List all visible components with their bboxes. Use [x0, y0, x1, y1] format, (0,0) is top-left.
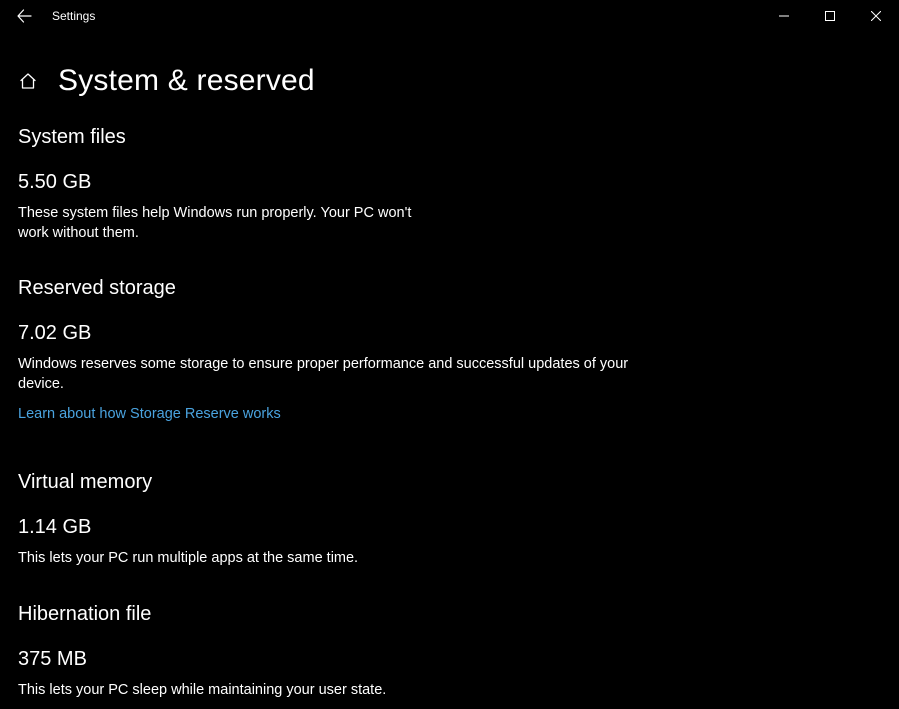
reserved-storage-desc: Windows reserves some storage to ensure …: [18, 355, 658, 394]
system-files-desc: These system files help Windows run prop…: [18, 204, 438, 243]
virtual-memory-value: 1.14 GB: [18, 516, 881, 539]
page-header: System & reserved: [18, 64, 881, 98]
virtual-memory-desc: This lets your PC run multiple apps at t…: [18, 549, 658, 569]
maximize-icon: [825, 11, 835, 21]
minimize-button[interactable]: [761, 0, 807, 32]
back-button[interactable]: [8, 0, 40, 32]
page-title: System & reserved: [58, 64, 315, 98]
storage-reserve-link[interactable]: Learn about how Storage Reserve works: [18, 406, 281, 422]
close-icon: [871, 11, 881, 21]
titlebar: Settings: [0, 0, 899, 32]
window-title: Settings: [52, 9, 95, 23]
section-hibernation-file: Hibernation file 375 MB This lets your P…: [18, 603, 881, 701]
hibernation-file-heading: Hibernation file: [18, 603, 881, 626]
section-system-files: System files 5.50 GB These system files …: [18, 126, 881, 243]
close-button[interactable]: [853, 0, 899, 32]
content-area: System & reserved System files 5.50 GB T…: [0, 32, 899, 700]
window-controls: [761, 0, 899, 32]
hibernation-file-desc: This lets your PC sleep while maintainin…: [18, 681, 658, 701]
maximize-button[interactable]: [807, 0, 853, 32]
minimize-icon: [779, 11, 789, 21]
reserved-storage-heading: Reserved storage: [18, 277, 881, 300]
system-files-heading: System files: [18, 126, 881, 149]
section-virtual-memory: Virtual memory 1.14 GB This lets your PC…: [18, 471, 881, 569]
back-arrow-icon: [16, 8, 32, 24]
home-icon: [19, 72, 37, 90]
section-reserved-storage: Reserved storage 7.02 GB Windows reserve…: [18, 277, 881, 423]
reserved-storage-value: 7.02 GB: [18, 322, 881, 345]
virtual-memory-heading: Virtual memory: [18, 471, 881, 494]
hibernation-file-value: 375 MB: [18, 648, 881, 671]
home-button[interactable]: [18, 71, 38, 91]
system-files-value: 5.50 GB: [18, 171, 881, 194]
